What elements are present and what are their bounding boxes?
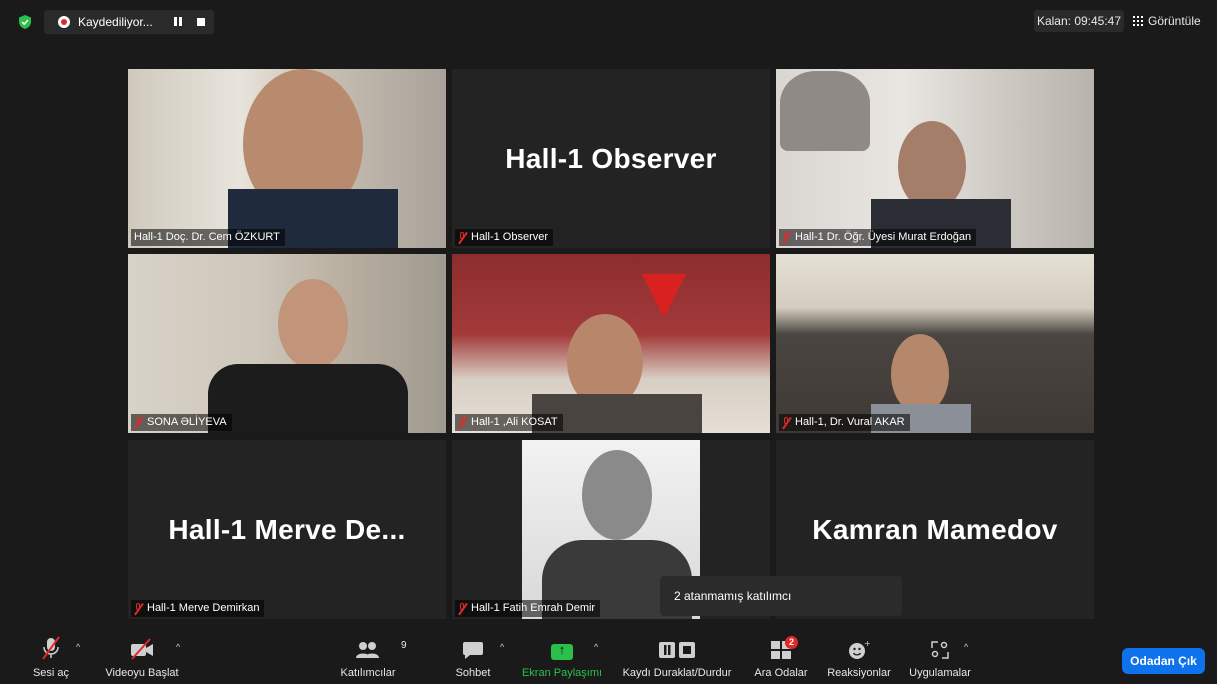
participant-name-tag: Hall-1 Observer xyxy=(455,229,554,246)
breakout-rooms-label: Ara Odalar xyxy=(754,667,808,679)
muted-mic-icon xyxy=(134,602,143,615)
pause-recording-icon[interactable] xyxy=(172,16,184,28)
chat-button[interactable]: Sohbet xyxy=(452,632,494,684)
reactions-button[interactable]: + Reaksiyonlar xyxy=(824,632,894,684)
participant-shirt xyxy=(208,364,408,433)
reactions-label: Reaksiyonlar xyxy=(827,667,891,679)
breakout-rooms-button[interactable]: 2 Ara Odalar xyxy=(752,632,810,684)
participant-name-tag: Hall-1 Merve Demirkan xyxy=(131,600,265,617)
leave-room-button[interactable]: Odadan Çık xyxy=(1122,648,1205,674)
participant-name-tag: SONA ƏLİYEVA xyxy=(131,414,232,431)
pause-stop-recording-button[interactable]: Kaydı Duraklat/Durdur xyxy=(616,632,738,684)
participant-display-name: Hall-1 Merve De... xyxy=(168,513,406,545)
video-tile-murat-erdogan[interactable]: Hall-1 Dr. Öğr. Üyesi Murat Erdoğan xyxy=(776,69,1094,248)
apps-icon xyxy=(930,632,950,660)
video-tile-cem-ozkurt[interactable]: Hall-1 Doç. Dr. Cem ÖZKURT xyxy=(128,69,446,248)
view-label: Görüntüle xyxy=(1148,14,1201,28)
recording-label: Kaydediliyor... xyxy=(78,15,153,29)
chat-options-chevron-icon[interactable]: ^ xyxy=(500,642,504,652)
muted-mic-icon xyxy=(458,416,467,429)
video-options-chevron-icon[interactable]: ^ xyxy=(176,642,180,652)
lamp-shade xyxy=(780,71,870,151)
share-screen-icon xyxy=(551,632,573,660)
video-tile-merve-demirkan[interactable]: Hall-1 Merve De... Hall-1 Merve Demirkan xyxy=(128,440,446,619)
recording-dot-icon xyxy=(58,16,70,28)
unassigned-participants-popup[interactable]: 2 atanmamış katılımcı xyxy=(660,576,902,616)
participant-name: SONA ƏLİYEVA xyxy=(147,416,227,428)
participant-name-tag: Hall-1 Dr. Öğr. Üyesi Murat Erdoğan xyxy=(779,229,977,246)
chat-label: Sohbet xyxy=(455,667,491,679)
muted-mic-icon xyxy=(458,231,467,244)
top-bar: Kaydediliyor... Kalan: 09:45:47 Görüntül… xyxy=(0,0,1217,44)
participant-name: Hall-1 Observer xyxy=(471,231,549,243)
participant-face xyxy=(582,450,652,540)
participant-name: Hall-1, Dr. Vural AKAR xyxy=(795,416,905,428)
video-tile-observer[interactable]: Hall-1 Observer Hall-1 Observer xyxy=(452,69,770,248)
breakout-rooms-badge: 2 xyxy=(785,636,798,649)
participant-name: Hall-1 ,Ali KOSAT xyxy=(471,416,558,428)
view-button[interactable]: Görüntüle xyxy=(1133,12,1201,30)
video-tile-sona-aliyeva[interactable]: SONA ƏLİYEVA xyxy=(128,254,446,433)
video-tile-ali-kosat[interactable]: Hall-1 ,Ali KOSAT xyxy=(452,254,770,433)
participants-button[interactable]: 9 Katılımcılar xyxy=(336,632,407,684)
muted-mic-icon xyxy=(782,416,791,429)
participant-name: Hall-1 Doç. Dr. Cem ÖZKURT xyxy=(134,231,280,243)
unmute-label: Sesi aç xyxy=(32,667,70,679)
start-video-label: Videoyu Başlat xyxy=(105,667,179,679)
muted-mic-icon xyxy=(134,416,143,429)
security-shield-icon[interactable] xyxy=(18,15,32,29)
recording-indicator: Kaydediliyor... xyxy=(44,10,214,34)
muted-mic-icon xyxy=(40,632,62,660)
share-screen-button[interactable]: Ekran Paylaşımı xyxy=(520,632,604,684)
muted-mic-icon xyxy=(782,231,791,244)
participant-display-name: Hall-1 Observer xyxy=(505,142,717,174)
participant-name: Hall-1 Fatih Emrah Demir xyxy=(471,602,596,614)
reactions-icon: + xyxy=(848,632,870,660)
meeting-toolbar: Sesi aç ^ Videoyu Başlat ^ 9 Katılımcıla… xyxy=(0,632,1217,684)
grid-view-icon xyxy=(1133,16,1143,26)
share-options-chevron-icon[interactable]: ^ xyxy=(594,642,598,652)
participants-count: 9 xyxy=(401,640,407,651)
stop-recording-icon[interactable] xyxy=(197,18,205,26)
start-video-button[interactable]: Videoyu Başlat xyxy=(100,632,184,684)
share-screen-label: Ekran Paylaşımı xyxy=(521,667,603,679)
participant-face xyxy=(278,279,348,369)
apps-options-chevron-icon[interactable]: ^ xyxy=(964,642,968,652)
audio-options-chevron-icon[interactable]: ^ xyxy=(76,642,80,652)
participant-face xyxy=(898,121,966,211)
apps-label: Uygulamalar xyxy=(909,667,971,679)
pause-stop-recording-label: Kaydı Duraklat/Durdur xyxy=(622,667,732,679)
unmute-button[interactable]: Sesi aç xyxy=(28,632,74,684)
participant-name-tag: Hall-1 Fatih Emrah Demir xyxy=(455,600,601,617)
svg-text:+: + xyxy=(864,640,870,648)
apps-button[interactable]: Uygulamalar xyxy=(906,632,974,684)
breakout-rooms-icon: 2 xyxy=(770,632,798,660)
participant-name: Hall-1 Merve Demirkan xyxy=(147,602,260,614)
video-tile-vural-akar[interactable]: Hall-1, Dr. Vural AKAR xyxy=(776,254,1094,433)
participant-name: Hall-1 Dr. Öğr. Üyesi Murat Erdoğan xyxy=(795,231,972,243)
participant-name-tag: Hall-1 Doç. Dr. Cem ÖZKURT xyxy=(131,229,285,246)
pause-stop-recording-icon xyxy=(658,632,696,660)
participants-icon: 9 xyxy=(355,632,407,660)
participant-name-tag: Hall-1 ,Ali KOSAT xyxy=(455,414,563,431)
video-off-icon xyxy=(129,632,155,660)
chat-icon xyxy=(462,632,484,660)
participants-label: Katılımcılar xyxy=(340,667,396,679)
participant-name-tag: Hall-1, Dr. Vural AKAR xyxy=(779,414,910,431)
time-remaining: Kalan: 09:45:47 xyxy=(1034,10,1124,32)
participant-face xyxy=(891,334,949,414)
muted-mic-icon xyxy=(458,602,467,615)
